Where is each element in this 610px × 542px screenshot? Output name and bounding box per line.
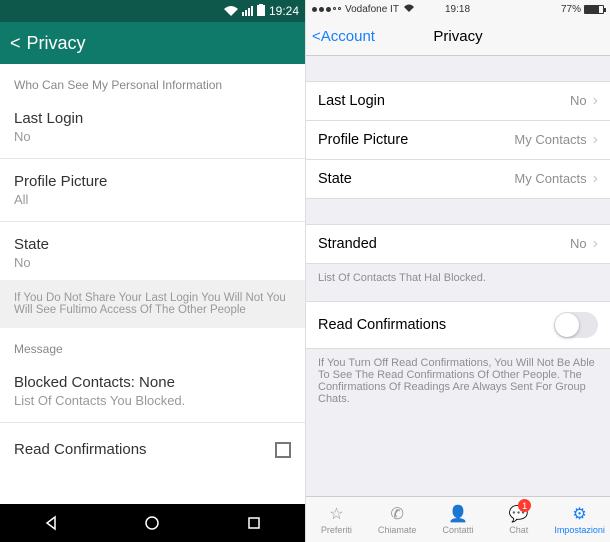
spacer — [306, 199, 610, 225]
star-icon: ☆ — [329, 504, 343, 524]
android-header: < Privacy — [0, 22, 305, 64]
ios-content: Last Login No › Profile Picture My Contac… — [306, 56, 610, 496]
read-confirm-label: Read Confirmations — [14, 441, 147, 458]
state-label: State — [14, 236, 291, 253]
blocked-label: Blocked Contacts: None — [14, 374, 291, 391]
divider — [0, 158, 305, 159]
spacer — [306, 56, 610, 82]
profile-picture-label: Profile Picture — [14, 173, 291, 190]
back-button[interactable]: <Account — [312, 28, 375, 45]
status-time: 19:24 — [269, 4, 299, 18]
tab-chat[interactable]: 1 💬 Chat — [488, 497, 549, 542]
ios-statusbar: Vodafone IT 19:18 77% — [306, 0, 610, 18]
chevron-right-icon: › — [593, 235, 598, 252]
tab-label: Contatti — [442, 525, 473, 535]
android-panel: 19:24 < Privacy Who Can See My Personal … — [0, 0, 305, 542]
divider — [0, 422, 305, 423]
chat-badge: 1 — [518, 499, 531, 512]
read-confirm-checkbox[interactable] — [275, 442, 291, 458]
read-confirm-label: Read Confirmations — [318, 317, 446, 333]
status-time: 19:18 — [305, 4, 610, 15]
row-state[interactable]: State My Contacts › — [306, 159, 610, 199]
tab-label: Chiamate — [378, 525, 417, 535]
android-statusbar: 19:24 — [0, 0, 305, 22]
nav-back-icon[interactable] — [43, 515, 59, 531]
message-header: Message — [0, 328, 305, 364]
tab-label: Preferiti — [321, 525, 352, 535]
tab-favorites[interactable]: ☆ Preferiti — [306, 497, 367, 542]
battery-icon — [257, 4, 265, 19]
last-login-value: No — [570, 93, 587, 108]
read-confirm-note: If You Turn Off Read Confirmations, You … — [306, 349, 610, 413]
row-read-confirmations[interactable]: Read Confirmations — [306, 301, 610, 349]
row-last-login[interactable]: Last Login No › — [306, 81, 610, 121]
last-login-label: Last Login — [14, 110, 291, 127]
state-value: No — [14, 255, 291, 270]
ios-tabbar: ☆ Preferiti ✆ Chiamate 👤 Contatti 1 💬 Ch… — [306, 496, 610, 542]
tab-settings[interactable]: ⚙ Impostazioni — [549, 497, 610, 542]
note-text: If You Do Not Share Your Last Login You … — [0, 280, 305, 328]
profile-picture-value: My Contacts — [514, 132, 586, 147]
row-last-login[interactable]: Last Login No — [0, 100, 305, 154]
page-title: Privacy — [433, 28, 482, 45]
nav-home-icon[interactable] — [144, 515, 160, 531]
android-navbar — [0, 504, 305, 542]
state-label: State — [318, 171, 352, 187]
read-confirm-switch[interactable] — [554, 312, 598, 338]
signal-icon — [242, 6, 253, 16]
row-read-confirmations[interactable]: Read Confirmations — [0, 427, 305, 472]
back-icon[interactable]: < — [10, 33, 21, 54]
row-profile-picture[interactable]: Profile Picture All — [0, 163, 305, 217]
divider — [0, 221, 305, 222]
page-title: Privacy — [27, 33, 86, 54]
phone-icon: ✆ — [390, 504, 403, 524]
profile-picture-value: All — [14, 192, 291, 207]
tab-label: Chat — [509, 525, 528, 535]
gear-icon: ⚙ — [572, 504, 586, 524]
stranded-label: Stranded — [318, 236, 377, 252]
tab-calls[interactable]: ✆ Chiamate — [367, 497, 428, 542]
chevron-right-icon: › — [593, 170, 598, 187]
last-login-value: No — [14, 129, 291, 144]
chevron-right-icon: › — [593, 92, 598, 109]
tab-label: Impostazioni — [554, 525, 605, 535]
person-icon: 👤 — [448, 504, 468, 524]
last-login-label: Last Login — [318, 93, 385, 109]
row-profile-picture[interactable]: Profile Picture My Contacts › — [306, 120, 610, 160]
blocked-note: List Of Contacts That Hal Blocked. — [306, 264, 610, 292]
row-stranded[interactable]: Stranded No › — [306, 224, 610, 264]
android-content: Who Can See My Personal Information Last… — [0, 64, 305, 504]
profile-picture-label: Profile Picture — [318, 132, 408, 148]
chevron-right-icon: › — [593, 131, 598, 148]
blocked-sub: List Of Contacts You Blocked. — [14, 393, 291, 408]
back-label: Account — [321, 28, 375, 45]
state-value: My Contacts — [514, 171, 586, 186]
tab-contacts[interactable]: 👤 Contatti — [428, 497, 489, 542]
row-blocked-contacts[interactable]: Blocked Contacts: None List Of Contacts … — [0, 364, 305, 418]
battery-icon — [584, 5, 604, 14]
stranded-value: No — [570, 236, 587, 251]
ios-panel: Vodafone IT 19:18 77% <Account Privacy L… — [305, 0, 610, 542]
ios-header: <Account Privacy — [306, 18, 610, 56]
row-state[interactable]: State No — [0, 226, 305, 280]
wifi-icon — [224, 6, 238, 16]
section-header: Who Can See My Personal Information — [0, 64, 305, 100]
nav-recent-icon[interactable] — [246, 515, 262, 531]
